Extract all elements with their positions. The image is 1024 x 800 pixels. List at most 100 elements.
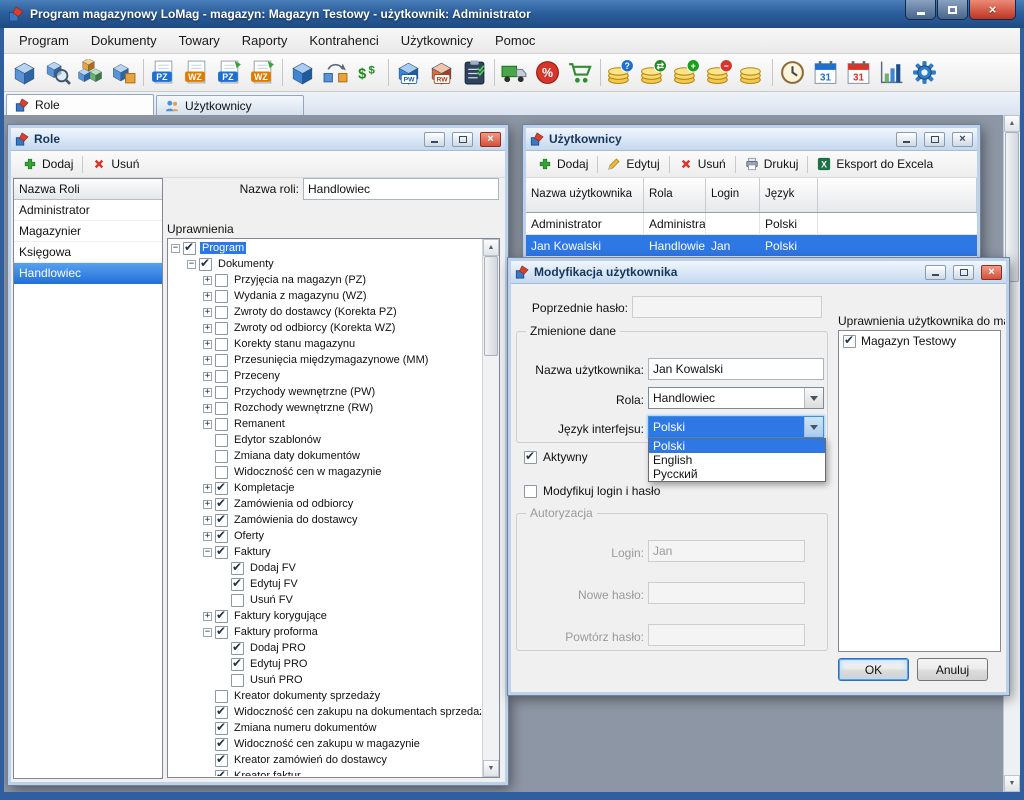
tree-item[interactable]: +Zwroty do dostawcy (Korekta PZ) bbox=[169, 304, 481, 320]
cancel-button[interactable]: Anuluj bbox=[917, 658, 988, 681]
wz-document-button[interactable]: WZ bbox=[180, 57, 213, 89]
tree-checkbox[interactable] bbox=[215, 530, 228, 543]
tab-role[interactable]: Role bbox=[6, 94, 154, 115]
tree-checkbox[interactable] bbox=[215, 514, 228, 527]
pz-document-button[interactable]: PZ bbox=[147, 57, 180, 89]
role-maximize-button[interactable] bbox=[452, 132, 473, 147]
discount-button[interactable]: % bbox=[531, 57, 564, 89]
tree-item[interactable]: Dodaj PRO bbox=[169, 640, 481, 656]
tree-item[interactable]: Usuń FV bbox=[169, 592, 481, 608]
plus-expander-icon[interactable]: + bbox=[203, 420, 212, 429]
price-change-button[interactable]: $$ bbox=[352, 57, 385, 89]
product-groups-button[interactable] bbox=[74, 57, 107, 89]
dropdown-option-english[interactable]: English bbox=[649, 453, 825, 467]
tree-item[interactable]: +Zamówienia od odbiorcy bbox=[169, 496, 481, 512]
dialog-titlebar[interactable]: Modyfikacja użytkownika × bbox=[511, 261, 1006, 284]
coins-exchange-button[interactable]: ⇄ bbox=[637, 57, 670, 89]
tree-item[interactable]: +Przychody wewnętrzne (PW) bbox=[169, 384, 481, 400]
tree-item[interactable]: +Oferty bbox=[169, 528, 481, 544]
tree-checkbox[interactable] bbox=[215, 770, 228, 777]
tree-checkbox[interactable] bbox=[231, 642, 244, 655]
tree-item[interactable]: +Przyjęcia na magazyn (PZ) bbox=[169, 272, 481, 288]
dialog-minimize-button[interactable] bbox=[925, 265, 946, 280]
plus-expander-icon[interactable]: + bbox=[203, 356, 212, 365]
plus-expander-icon[interactable]: + bbox=[203, 324, 212, 333]
inventory-cube-button[interactable] bbox=[286, 57, 319, 89]
tree-checkbox[interactable] bbox=[231, 658, 244, 671]
coins-question-button[interactable]: ? bbox=[604, 57, 637, 89]
settings-gear-button[interactable] bbox=[908, 57, 941, 89]
minus-expander-icon[interactable]: − bbox=[203, 628, 212, 637]
plus-expander-icon[interactable]: + bbox=[203, 484, 212, 493]
tree-checkbox[interactable] bbox=[231, 594, 244, 607]
column-header-nazwa-użytkownika[interactable]: Nazwa użytkownika bbox=[526, 178, 644, 212]
tree-scrollbar[interactable]: ▲ ▼ bbox=[482, 239, 499, 777]
role-list-item[interactable]: Administrator bbox=[14, 200, 162, 221]
scroll-up-icon[interactable]: ▲ bbox=[1004, 115, 1020, 132]
tree-checkbox[interactable] bbox=[215, 402, 228, 415]
active-checkbox[interactable] bbox=[524, 451, 537, 464]
tree-item[interactable]: −Dokumenty bbox=[169, 256, 481, 272]
product-box-button[interactable] bbox=[8, 57, 41, 89]
coins-remove-button[interactable]: − bbox=[703, 57, 736, 89]
column-header-rola[interactable]: Rola bbox=[644, 178, 706, 212]
dropdown-option-polski[interactable]: Polski bbox=[649, 439, 825, 453]
delivery-truck-button[interactable] bbox=[498, 57, 531, 89]
tree-item[interactable]: −Program bbox=[169, 240, 481, 256]
minus-expander-icon[interactable]: − bbox=[203, 548, 212, 557]
plus-expander-icon[interactable]: + bbox=[203, 516, 212, 525]
stocktaking-button[interactable] bbox=[458, 57, 491, 89]
tree-checkbox[interactable] bbox=[215, 386, 228, 399]
plus-expander-icon[interactable]: + bbox=[203, 500, 212, 509]
coins-stack-button[interactable] bbox=[736, 57, 769, 89]
user-row[interactable]: AdministratorAdministratorPolski bbox=[526, 213, 977, 235]
role-select[interactable]: Handlowiec bbox=[648, 387, 824, 409]
tree-item[interactable]: +Zwroty od odbiorcy (Korekta WZ) bbox=[169, 320, 481, 336]
tree-checkbox[interactable] bbox=[215, 306, 228, 319]
close-button[interactable]: × bbox=[969, 0, 1016, 20]
language-select-button[interactable] bbox=[804, 417, 823, 437]
dialog-close-button[interactable]: × bbox=[981, 265, 1002, 280]
tree-item[interactable]: +Przesunięcia międzymagazynowe (MM) bbox=[169, 352, 481, 368]
shopping-cart-button[interactable] bbox=[564, 57, 597, 89]
tree-checkbox[interactable] bbox=[215, 354, 228, 367]
tree-item[interactable]: Usuń PRO bbox=[169, 672, 481, 688]
tree-item[interactable]: +Korekty stanu magazynu bbox=[169, 336, 481, 352]
tree-checkbox[interactable] bbox=[215, 546, 228, 559]
tree-item[interactable]: Edytuj FV bbox=[169, 576, 481, 592]
tree-checkbox[interactable] bbox=[215, 690, 228, 703]
warehouse-checkbox[interactable] bbox=[843, 335, 856, 348]
tree-item[interactable]: Widoczność cen zakupu w magazynie bbox=[169, 736, 481, 752]
menu-item-użytkownicy[interactable]: Użytkownicy bbox=[390, 29, 484, 52]
menu-item-dokumenty[interactable]: Dokumenty bbox=[80, 29, 168, 52]
main-titlebar[interactable]: Program magazynowy LoMag - magazyn: Maga… bbox=[0, 0, 1024, 28]
tree-checkbox[interactable] bbox=[215, 754, 228, 767]
coins-add-button[interactable]: + bbox=[670, 57, 703, 89]
pw-document-button[interactable]: PW bbox=[392, 57, 425, 89]
statistics-chart-button[interactable] bbox=[875, 57, 908, 89]
tree-checkbox[interactable] bbox=[215, 610, 228, 623]
role-minimize-button[interactable] bbox=[424, 132, 445, 147]
dodaj-button[interactable]: Dodaj bbox=[16, 155, 80, 173]
minus-expander-icon[interactable]: − bbox=[187, 260, 196, 269]
tree-item[interactable]: Zmiana daty dokumentów bbox=[169, 448, 481, 464]
tree-checkbox[interactable] bbox=[215, 338, 228, 351]
tree-checkbox[interactable] bbox=[215, 450, 228, 463]
calendar-blue-button[interactable]: 31 bbox=[809, 57, 842, 89]
tree-item[interactable]: −Faktury proforma bbox=[169, 624, 481, 640]
dropdown-option-русский[interactable]: Русский bbox=[649, 467, 825, 481]
tree-checkbox[interactable] bbox=[215, 626, 228, 639]
plus-expander-icon[interactable]: + bbox=[203, 372, 212, 381]
drukuj-button[interactable]: Drukuj bbox=[738, 155, 806, 173]
scroll-thumb[interactable] bbox=[484, 256, 498, 356]
tree-item[interactable]: Dodaj FV bbox=[169, 560, 481, 576]
eksport-do-excela-button[interactable]: XEksport do Excela bbox=[810, 155, 940, 173]
warehouse-list-item[interactable]: Magazyn Testowy bbox=[839, 331, 1000, 351]
tree-checkbox[interactable] bbox=[215, 706, 228, 719]
plus-expander-icon[interactable]: + bbox=[203, 612, 212, 621]
scroll-up-icon[interactable]: ▲ bbox=[483, 239, 499, 256]
language-select[interactable]: Polski bbox=[648, 416, 824, 438]
transfer-mm-button[interactable] bbox=[319, 57, 352, 89]
scroll-down-icon[interactable]: ▼ bbox=[1004, 775, 1020, 792]
role-window-titlebar[interactable]: Role × bbox=[11, 128, 505, 151]
